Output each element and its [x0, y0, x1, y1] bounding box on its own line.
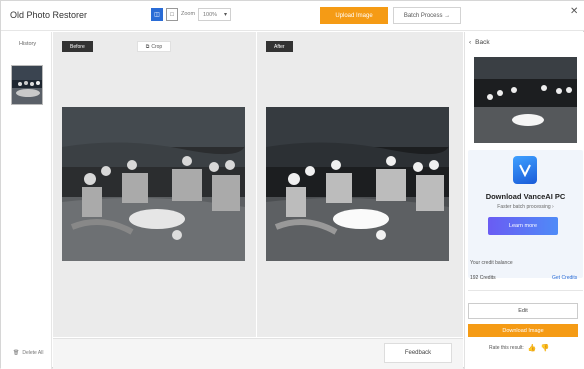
batch-process-button[interactable]: Batch Process → [393, 7, 461, 24]
right-panel: ‹ Back Download VanceAI PC Faster batch … [464, 32, 584, 369]
preview-photo-image [474, 57, 577, 143]
zoom-select[interactable]: 100% ▾ [198, 8, 231, 21]
promo-subtitle-link[interactable]: Faster batch processing › [468, 204, 583, 210]
view-toggle: ◫ □ [151, 8, 178, 21]
history-label: History [19, 41, 37, 47]
chevron-down-icon: ▾ [223, 12, 227, 18]
before-tag: Before [62, 41, 93, 52]
back-button[interactable]: ‹ Back [469, 39, 490, 46]
learn-more-button[interactable]: Learn more [488, 217, 558, 235]
divider [468, 290, 583, 291]
credit-balance-label: Your credit balance [470, 260, 513, 266]
download-image-button[interactable]: Download Image [468, 324, 578, 337]
vanceai-logo-icon [513, 156, 537, 184]
after-photo [266, 107, 449, 261]
crop-label: Crop [151, 43, 163, 50]
chevron-left-icon: ‹ [469, 39, 472, 46]
rate-row: Rate this result: 👍 👎 [489, 344, 549, 352]
close-icon[interactable]: ✕ [570, 6, 578, 17]
get-credits-link[interactable]: Get Credits [552, 275, 577, 281]
crop-icon: ⧉ [145, 43, 150, 50]
before-photo [62, 107, 245, 261]
zoom-label: Zoom [181, 11, 196, 17]
side-by-side-view-icon[interactable]: ◫ [151, 8, 163, 21]
crop-button[interactable]: ⧉ Crop [137, 41, 171, 52]
thumbs-up-icon[interactable]: 👍 [528, 344, 537, 352]
upload-image-button[interactable]: Upload Image [320, 7, 388, 24]
after-photo-image [266, 107, 449, 261]
delete-all-button[interactable]: 🗑 Delete All [13, 350, 43, 356]
history-photo-image [12, 66, 42, 104]
promo-card: Download VanceAI PC Faster batch process… [468, 150, 583, 278]
feedback-button[interactable]: Feedback [384, 343, 452, 363]
after-pane: After [257, 32, 463, 337]
edit-button[interactable]: Edit [468, 303, 578, 319]
promo-title: Download VanceAI PC [485, 192, 566, 201]
zoom-value: 100% [203, 12, 218, 18]
before-photo-image [62, 107, 245, 261]
rate-label: Rate this result: [489, 345, 524, 351]
history-sidebar: History 🗑 Delete All [1, 32, 52, 369]
thumbs-down-icon[interactable]: 👎 [540, 344, 549, 352]
app-title: Old Photo Restorer [10, 10, 88, 20]
result-preview [474, 57, 577, 143]
trash-icon: 🗑 [13, 350, 20, 356]
back-label: Back [475, 39, 490, 46]
toolbar: Old Photo Restorer ◫ □ Zoom 100% ▾ Uploa… [1, 1, 584, 31]
credit-count: 192 Credits [470, 275, 496, 281]
after-tag: After [266, 41, 293, 52]
before-pane: Before ⧉ Crop [53, 32, 256, 337]
app-window: Old Photo Restorer ◫ □ Zoom 100% ▾ Uploa… [0, 0, 584, 369]
history-thumbnail[interactable] [11, 65, 43, 105]
logo-mark [519, 164, 531, 177]
bottom-bar: Feedback [53, 338, 463, 369]
delete-all-label: Delete All [22, 350, 44, 356]
single-view-icon[interactable]: □ [166, 8, 178, 21]
